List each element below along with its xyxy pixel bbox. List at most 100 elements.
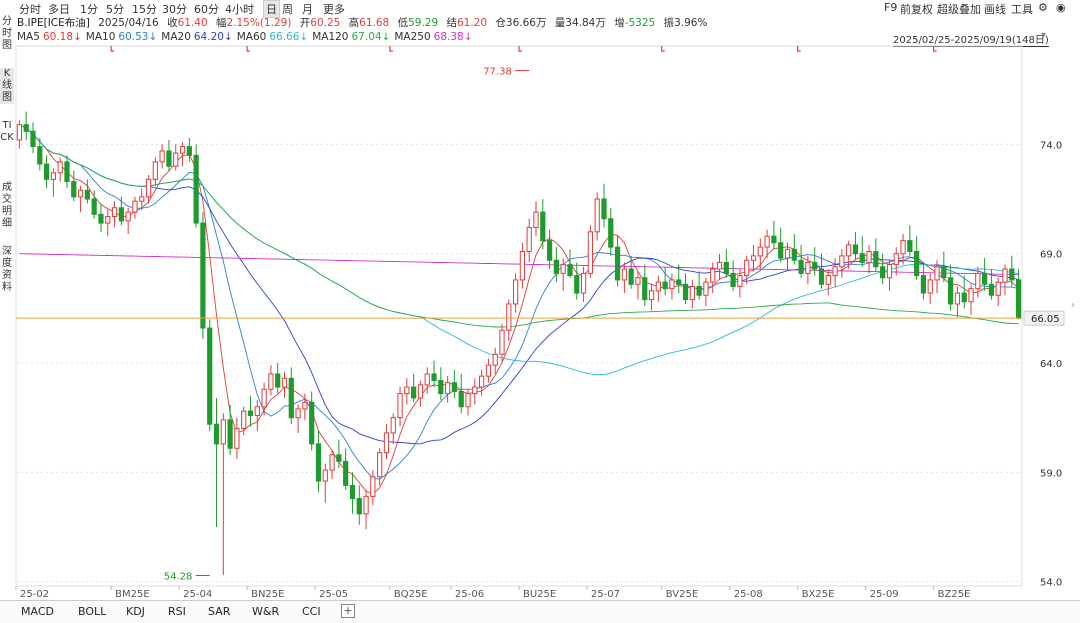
indicator-tab[interactable]: RSI [168,605,186,618]
candle-body [295,408,301,419]
candle-body [159,150,165,163]
kline-chart[interactable]: 54.0 59.0 64.0 69.0 74.0 25-02 BM25E 25-04 BN25E… [0,0,1080,600]
candle-body [193,154,199,224]
chevron-right-icon[interactable]: › [1071,300,1075,311]
candle-body [791,248,797,261]
candle-body [390,417,396,434]
candle-body [662,281,668,290]
candle-body [798,259,804,274]
candle-body [315,443,322,482]
candle-body [839,255,845,268]
x-tick-label: BQ25E [394,589,428,600]
candle-body [98,213,104,224]
candle-body [961,292,967,303]
candle-body [771,235,777,244]
candle-body [431,373,437,381]
candle-body [818,268,825,285]
candle-body [322,469,328,482]
candle-body [907,240,913,253]
candle-body [132,200,138,213]
candle-body [764,235,770,248]
candle-body [832,266,838,277]
candle-body [737,275,743,287]
candle-body [186,146,192,156]
candle-body [397,393,403,419]
candle-body [703,281,709,296]
candle-body [77,189,84,198]
candle-body [1015,279,1022,319]
candle-body [479,375,485,388]
candle-body [948,277,954,305]
ma-line [19,124,1019,495]
x-tick-label: 25-07 [591,589,620,600]
candle-body [934,266,940,281]
roll-marker [797,46,801,52]
candle-body [886,264,893,279]
candle-body [852,244,859,255]
candle-body [519,251,526,281]
candle-body [723,261,729,274]
candle-body [309,401,315,445]
candle-body [451,382,458,392]
candle-body [866,251,872,263]
candle-body [744,259,750,277]
candle-body [614,246,621,281]
indicator-tab[interactable]: BOLL [78,605,106,618]
candle-body [512,279,519,305]
candle-body [873,251,879,268]
candle-body [247,410,254,416]
indicator-tab[interactable]: MACD [21,605,54,618]
candle-body [417,384,424,399]
candle-body [438,379,444,395]
candle-body [941,266,947,279]
candle-body [424,373,430,386]
candle-body [968,288,974,303]
candle-body [145,178,152,198]
y-tick-label: 69.0 [1040,250,1062,261]
indicator-tab[interactable]: KDJ [126,605,145,618]
candle-body [370,476,376,497]
candle-body [275,373,281,388]
candle-body [254,406,260,416]
candle-body [805,261,811,274]
candle-body [750,255,757,261]
candle-body [343,460,349,486]
candle-body [179,146,186,154]
candle-body [91,198,97,215]
candle-body [23,124,29,132]
candle-body [465,393,471,408]
indicator-tab[interactable]: SAR [208,605,230,618]
candle-body [105,216,111,224]
candle-body [540,211,546,242]
candle-body [404,386,410,395]
candle-body [213,423,220,445]
candle-body [302,401,308,410]
candle-body [152,161,158,180]
candle-body [43,163,50,180]
candle-body [336,454,342,462]
candle-body [900,240,906,255]
high-marker-label: 77.38 [483,66,512,77]
candle-body [458,390,464,408]
roll-marker [661,46,665,52]
candle-body [220,419,226,445]
candle-body [37,146,43,165]
candle-body [648,290,655,301]
candle-body [16,124,23,141]
roll-marker [518,46,522,52]
indicator-tab[interactable]: CCI [302,605,321,618]
candle-body [329,454,335,471]
indicator-tab[interactable]: W&R [252,605,279,618]
candle-body [812,261,818,270]
candle-body [689,285,695,301]
x-tick-label: 25-02 [20,589,49,600]
y-tick-label: 64.0 [1040,359,1062,370]
candle-body [288,377,294,419]
candle-body [608,218,614,248]
candle-body [914,251,920,277]
candle-body [880,266,886,279]
add-indicator-button[interactable]: + [341,604,355,618]
candle-body [757,246,763,257]
roll-marker [933,46,937,52]
candle-body [506,303,512,331]
